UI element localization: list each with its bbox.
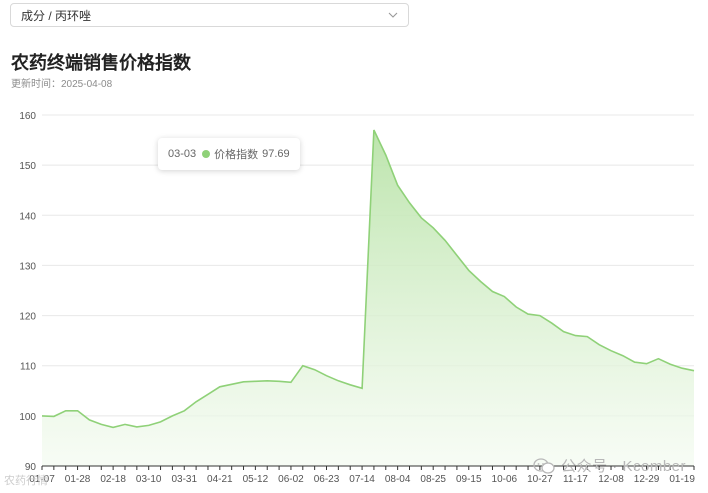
update-time-label: 更新时间：	[11, 79, 61, 90]
x-tick-label: 08-04	[385, 474, 411, 485]
x-tick-label: 06-02	[278, 474, 304, 485]
x-tick-label: 08-25	[420, 474, 446, 485]
tooltip-series: 价格指数	[214, 149, 259, 161]
price-index-chart[interactable]: 90 100 110 120 130 140 150 160 01-07 01-28 02-18 03…	[0, 100, 708, 493]
x-tick-label: 03-31	[171, 474, 197, 485]
series-dot-icon	[202, 150, 211, 158]
watermark-text: 公众号 · Kcomber	[561, 458, 686, 475]
watermark: 公众号 · Kcomber	[533, 455, 686, 476]
chevron-down-icon	[388, 12, 398, 18]
x-tick-label: 01-28	[65, 474, 91, 485]
x-tick-label: 10-06	[492, 474, 518, 485]
y-tick-label: 130	[19, 261, 36, 272]
ingredient-select-value: 成分 / 丙环唑	[21, 8, 92, 23]
y-tick-label: 120	[19, 312, 36, 323]
y-tick-label: 110	[20, 362, 36, 373]
watermark-small-text: 农药行情	[4, 475, 48, 487]
watermark-small: 农药行情	[4, 472, 48, 488]
chart-canvas: 9010011012013014015016001-07 01-28 02-18 03…	[19, 111, 695, 485]
update-time-value: 2025-04-08	[61, 79, 113, 90]
tooltip-value: 97.69	[262, 148, 290, 160]
y-tick-label: 140	[19, 211, 36, 222]
x-tick-label: 04-21	[207, 474, 233, 485]
x-tick-label: 05-12	[243, 474, 269, 485]
chart-tooltip: 03-03 价格指数 97.69	[158, 138, 300, 170]
x-tick-label: 07-14	[349, 474, 375, 485]
x-tick-label: 06-23	[314, 474, 340, 485]
tooltip-date: 03-03	[168, 148, 197, 160]
x-tick-label: 02-18	[100, 474, 126, 485]
page-title: 农药终端销售价格指数	[11, 53, 191, 73]
update-time: 更新时间：2025-04-08	[11, 75, 112, 90]
y-tick-label: 100	[19, 412, 36, 423]
x-tick-label: 09-15	[456, 474, 482, 485]
y-tick-label: 160	[19, 111, 36, 122]
x-tick-label: 03-10	[136, 474, 162, 485]
wechat-icon	[533, 457, 555, 474]
y-tick-label: 150	[19, 161, 36, 172]
ingredient-select[interactable]: 成分 / 丙环唑	[10, 3, 409, 27]
